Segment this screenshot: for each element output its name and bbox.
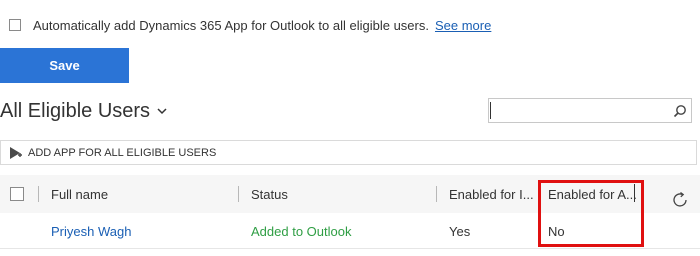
search-input[interactable] (489, 99, 667, 122)
column-separator (38, 186, 39, 202)
grid-header: Full name Status Enabled for I... Enable… (0, 175, 700, 213)
column-header-full-name[interactable]: Full name (51, 175, 108, 213)
select-all-checkbox[interactable] (10, 187, 24, 201)
auto-add-label: Automatically add Dynamics 365 App for O… (33, 17, 429, 33)
auto-add-setting: Automatically add Dynamics 365 App for O… (9, 15, 491, 35)
column-separator (436, 186, 437, 202)
refresh-icon[interactable] (670, 190, 690, 210)
view-selector[interactable]: All Eligible Users (0, 96, 168, 126)
see-more-link[interactable]: See more (435, 18, 491, 33)
table-row[interactable]: Priyesh Wagh Added to Outlook Yes No (0, 213, 700, 249)
enabled-for-a-cell: No (548, 223, 565, 239)
chevron-down-icon (157, 108, 167, 115)
column-header-enabled-for-i[interactable]: Enabled for I... (449, 175, 534, 213)
command-bar: ADD APP FOR ALL ELIGIBLE USERS (0, 140, 697, 165)
auto-add-checkbox[interactable] (9, 19, 21, 31)
full-name-cell[interactable]: Priyesh Wagh (51, 213, 131, 249)
column-separator (238, 186, 239, 202)
view-title: All Eligible Users (0, 99, 151, 122)
status-cell: Added to Outlook (251, 223, 352, 239)
column-resize-cursor (634, 184, 635, 202)
search-box (488, 98, 692, 123)
enabled-for-i-cell: Yes (449, 223, 471, 239)
save-button[interactable]: Save (0, 48, 129, 83)
add-app-all-button[interactable]: ADD APP FOR ALL ELIGIBLE USERS (28, 147, 216, 159)
text-cursor (490, 102, 491, 119)
column-header-status[interactable]: Status (251, 175, 288, 213)
search-icon[interactable] (673, 104, 687, 118)
add-app-icon (10, 146, 22, 159)
column-header-enabled-for-a[interactable]: Enabled for A... (548, 175, 637, 213)
